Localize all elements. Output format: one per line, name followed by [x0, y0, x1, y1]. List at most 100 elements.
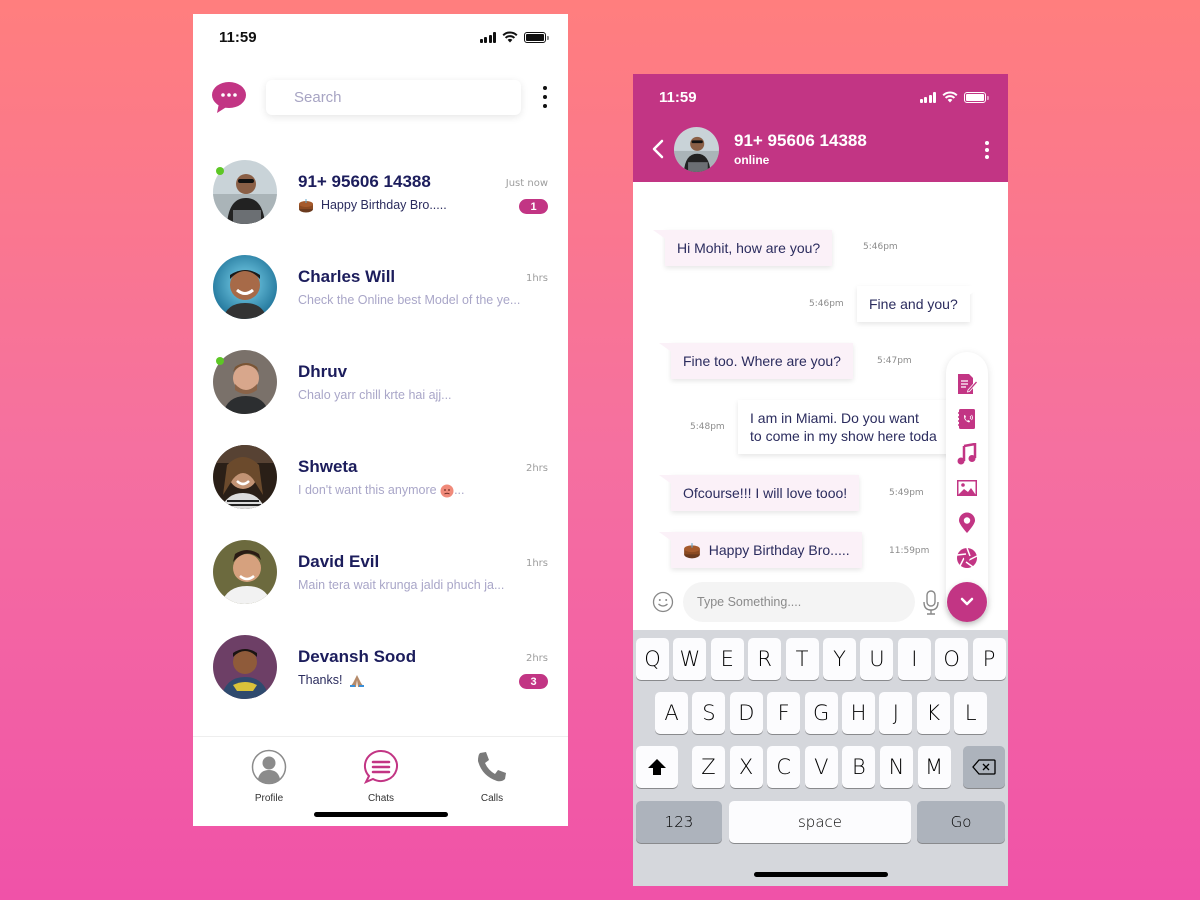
contact-avatar[interactable] [674, 127, 719, 172]
message-bubble-outgoing: Fine and you? [857, 286, 982, 322]
bottom-navigation: Profile Chats Calls [193, 736, 568, 826]
key-d[interactable]: D [729, 692, 763, 734]
message-bubble-incoming: Hi Mohit, how are you? [652, 230, 833, 266]
unread-count-badge: 1 [519, 199, 548, 214]
signal-icon [919, 91, 936, 103]
space-key[interactable]: space [729, 801, 911, 843]
toggle-attachment-menu-button[interactable] [947, 582, 987, 622]
wifi-icon [502, 31, 518, 43]
contact-name: Charles Will [298, 267, 396, 286]
profile-icon [251, 749, 287, 785]
nav-tab-profile[interactable]: Profile [239, 749, 299, 804]
key-o[interactable]: O [935, 638, 969, 680]
contact-name: Devansh Sood [298, 647, 417, 666]
message-preview: I don't want this anymore ... [298, 483, 465, 498]
status-time: 11:59 [659, 88, 697, 106]
music-icon[interactable] [956, 443, 978, 465]
key-j[interactable]: J [879, 692, 913, 734]
key-u[interactable]: U [860, 638, 894, 680]
key-x[interactable]: X [729, 746, 763, 788]
chat-list-item[interactable]: Dhruv Chalo yarr chill krte hai ajj... [193, 350, 568, 445]
message-preview: Thanks! [298, 673, 365, 688]
key-k[interactable]: K [916, 692, 950, 734]
more-options-icon[interactable] [540, 86, 550, 108]
message-timestamp: 5:46pm [809, 299, 844, 309]
shift-arrow-icon [648, 759, 666, 775]
key-q[interactable]: Q [636, 638, 669, 680]
key-h[interactable]: H [842, 692, 875, 734]
contact-name: 91+ 95606 14388 [734, 131, 867, 150]
key-v[interactable]: V [804, 746, 838, 788]
key-r[interactable]: R [748, 638, 782, 680]
camera-shutter-icon[interactable] [956, 547, 978, 569]
image-icon[interactable] [956, 477, 978, 499]
microphone-icon[interactable] [922, 590, 940, 616]
contact-name: Dhruv [298, 362, 348, 381]
key-c[interactable]: C [767, 746, 801, 788]
home-indicator [313, 812, 448, 817]
contact-status: online [734, 153, 770, 167]
angry-face-emoji-icon [440, 484, 454, 498]
cake-emoji-icon [684, 543, 700, 559]
chevron-down-icon [960, 597, 974, 606]
battery-icon [964, 91, 989, 103]
chat-list-item[interactable]: Shweta 2hrs I don't want this anymore ..… [193, 445, 568, 540]
contact-name: 91+ 95606 14388 [298, 172, 431, 191]
key-i[interactable]: I [897, 638, 931, 680]
key-n[interactable]: N [880, 746, 913, 788]
key-p[interactable]: P [972, 638, 1006, 680]
nav-tab-calls[interactable]: Calls [462, 749, 522, 804]
key-t[interactable]: T [785, 638, 819, 680]
key-a[interactable]: A [655, 692, 688, 734]
home-indicator [753, 872, 888, 877]
key-e[interactable]: E [710, 638, 744, 680]
message-bubble-incoming: Ofcourse!!! I will love tooo! [658, 475, 860, 511]
avatar [213, 445, 277, 509]
nav-label: Calls [480, 793, 504, 804]
signal-icon [479, 31, 496, 43]
emoji-icon[interactable] [652, 591, 674, 613]
key-m[interactable]: M [917, 746, 951, 788]
status-bar: 11:59 [633, 74, 1008, 120]
key-y[interactable]: Y [823, 638, 856, 680]
chat-list-item[interactable]: Devansh Sood 2hrs Thanks! 3 [193, 635, 568, 730]
key-z[interactable]: Z [692, 746, 725, 788]
key-s[interactable]: S [692, 692, 726, 734]
search-input[interactable]: Search [266, 80, 521, 115]
key-f[interactable]: F [767, 692, 801, 734]
message-input[interactable] [683, 582, 915, 622]
key-b[interactable]: B [842, 746, 876, 788]
chat-list-item[interactable]: 91+ 95606 14388 Just now Happy Birthday … [193, 160, 568, 255]
numbers-key[interactable]: 123 [636, 801, 722, 843]
avatar [213, 255, 277, 319]
folded-hands-emoji-icon [350, 674, 365, 687]
chat-timestamp: 1hrs [525, 273, 548, 284]
status-time: 11:59 [219, 28, 257, 46]
nav-label: Profile [254, 793, 284, 804]
chat-list-item[interactable]: Charles Will 1hrs Check the Online best … [193, 255, 568, 350]
document-icon[interactable] [956, 373, 978, 395]
message-preview: Check the Online best Model of the ye... [298, 293, 521, 307]
backspace-key[interactable] [963, 746, 1005, 788]
chats-icon [363, 749, 398, 784]
key-l[interactable]: L [954, 692, 988, 734]
key-g[interactable]: G [804, 692, 838, 734]
key-w[interactable]: W [673, 638, 707, 680]
location-pin-icon[interactable] [956, 512, 978, 534]
chat-timestamp: 2hrs [525, 653, 548, 664]
message-preview: Main tera wait krunga jaldi phuch ja... [298, 578, 505, 592]
back-arrow-icon[interactable] [651, 138, 665, 160]
online-indicator [216, 357, 224, 365]
status-bar: 11:59 [193, 14, 568, 60]
chat-list-item[interactable]: David Evil 1hrs Main tera wait krunga ja… [193, 540, 568, 635]
contact-icon[interactable] [956, 408, 978, 430]
go-key[interactable]: Go [917, 801, 1005, 843]
nav-tab-chats[interactable]: Chats [351, 749, 411, 804]
avatar [213, 635, 277, 699]
more-options-icon[interactable] [984, 141, 990, 159]
shift-key[interactable] [636, 746, 678, 788]
message-timestamp: 5:47pm [877, 356, 912, 366]
wifi-icon [942, 91, 958, 103]
message-bubble-incoming: Happy Birthday Bro..... [659, 532, 862, 569]
message-bubble-incoming: Fine too. Where are you? [659, 343, 853, 379]
